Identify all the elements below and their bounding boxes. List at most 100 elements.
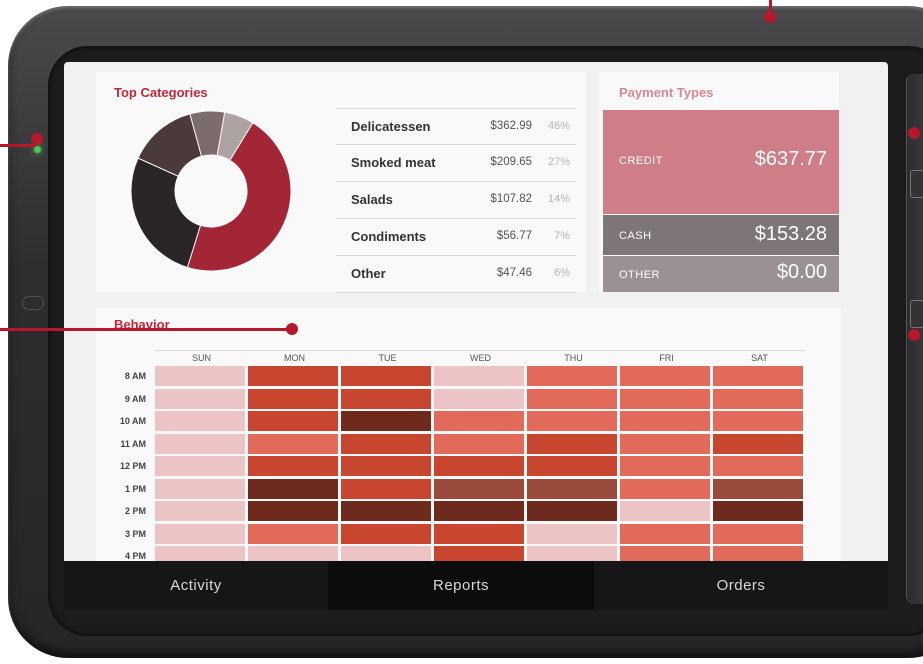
category-row[interactable]: Smoked meat $209.65 27% [336, 145, 576, 182]
heatmap-cell[interactable] [248, 411, 338, 431]
tab-reports[interactable]: Reports [328, 561, 594, 610]
day-header: MON [284, 353, 305, 363]
day-header: FRI [659, 353, 674, 363]
heatmap-cell[interactable] [248, 433, 338, 454]
category-name: Condiments [351, 229, 427, 244]
category-row[interactable]: Condiments $56.77 7% [336, 219, 576, 256]
heatmap-cell[interactable] [155, 388, 245, 409]
heatmap-cell[interactable] [620, 433, 710, 454]
heatmap-cell[interactable] [341, 456, 431, 476]
heatmap-cell[interactable] [620, 366, 710, 386]
heatmap-cell[interactable] [434, 388, 524, 409]
heatmap-cell[interactable] [341, 411, 431, 431]
heatmap-cell[interactable] [713, 501, 803, 521]
payment-value: $153.28 [754, 223, 827, 245]
heatmap-cell[interactable] [527, 411, 617, 431]
heatmap-cell[interactable] [155, 411, 245, 431]
top-categories-title: Top Categories [114, 85, 208, 100]
tablet-screen: Top Categories Delicatessen $362.99 46% Smo… [64, 62, 888, 610]
heatmap-cell[interactable] [155, 523, 245, 544]
heatmap-cell[interactable] [248, 366, 338, 386]
heatmap-cell[interactable] [713, 366, 803, 386]
categories-table: Delicatessen $362.99 46% Smoked meat $209.65… [336, 108, 576, 293]
payment-row-cash[interactable]: CASH $153.28 [603, 215, 839, 255]
payment-value: $0.00 [776, 261, 827, 283]
heatmap-cell[interactable] [620, 501, 710, 521]
callout-dot-behavior [286, 323, 298, 335]
heatmap-cell[interactable] [248, 456, 338, 476]
category-percent: 7% [554, 230, 570, 242]
heatmap-cell[interactable] [155, 478, 245, 499]
heatmap-cell[interactable] [341, 478, 431, 499]
heatmap-cell[interactable] [155, 433, 245, 454]
heatmap-cell[interactable] [341, 523, 431, 544]
heatmap-cell[interactable] [155, 501, 245, 521]
heatmap-cell[interactable] [434, 478, 524, 499]
category-row[interactable]: Delicatessen $362.99 46% [336, 108, 576, 145]
payment-label: OTHER [619, 269, 660, 281]
heatmap-cell[interactable] [248, 388, 338, 409]
heatmap-cell[interactable] [620, 478, 710, 499]
heatmap-cell[interactable] [713, 388, 803, 409]
callout-line-behavior [0, 328, 290, 331]
heatmap-cell[interactable] [527, 478, 617, 499]
heatmap-cell[interactable] [713, 523, 803, 544]
heatmap-cell[interactable] [341, 433, 431, 454]
category-percent: 46% [547, 120, 570, 132]
hour-label: 11 AM [120, 438, 146, 449]
heatmap-cell[interactable] [527, 456, 617, 476]
payment-label: CASH [619, 230, 652, 242]
payment-value: $637.77 [754, 148, 827, 170]
heatmap-cell[interactable] [434, 501, 524, 521]
heatmap-cell[interactable] [620, 456, 710, 476]
tab-activity[interactable]: Activity [64, 561, 328, 610]
heatmap-cell[interactable] [155, 366, 245, 386]
category-row[interactable]: Salads $107.82 14% [336, 182, 576, 219]
heatmap-cell[interactable] [527, 501, 617, 521]
heatmap-cell[interactable] [620, 411, 710, 431]
heatmap-cell[interactable] [434, 433, 524, 454]
category-amount: $56.77 [496, 230, 532, 242]
heatmap-cell[interactable] [248, 523, 338, 544]
day-header: SAT [751, 353, 768, 363]
heatmap-cell[interactable] [248, 478, 338, 499]
heatmap-cell[interactable] [341, 366, 431, 386]
callout-dot-side-top [908, 127, 920, 139]
heatmap-cell[interactable] [620, 388, 710, 409]
category-percent: 27% [547, 156, 570, 168]
heatmap-cell[interactable] [248, 501, 338, 521]
callout-line-led [0, 144, 36, 147]
heatmap-cell[interactable] [527, 523, 617, 544]
hour-label: 2 PM [124, 506, 146, 516]
heatmap-cell[interactable] [713, 411, 803, 431]
donut-slice[interactable] [130, 157, 202, 269]
category-row[interactable]: Other $47.46 6% [336, 256, 576, 293]
heatmap-cell[interactable] [527, 388, 617, 409]
payment-row-credit[interactable]: CREDIT $637.77 [603, 110, 839, 214]
heatmap-cell[interactable] [527, 433, 617, 454]
payment-row-other[interactable]: OTHER $0.00 [603, 256, 839, 292]
heatmap-cell[interactable] [434, 523, 524, 544]
heatmap-cell[interactable] [527, 366, 617, 386]
heatmap-cell[interactable] [620, 523, 710, 544]
heatmap-cell[interactable] [434, 411, 524, 431]
hour-label: 3 PM [124, 528, 146, 539]
category-amount: $107.82 [490, 193, 532, 205]
cloud-logo-icon [22, 296, 44, 310]
heatmap-cell[interactable] [341, 501, 431, 521]
power-led-indicator [34, 146, 41, 153]
hour-label: 12 PM [119, 461, 146, 471]
tab-orders[interactable]: Orders [594, 561, 888, 610]
heatmap-cell[interactable] [341, 388, 431, 409]
heatmap-cell[interactable] [434, 366, 524, 386]
heatmap-cell[interactable] [713, 478, 803, 499]
heatmap-cell[interactable] [434, 456, 524, 476]
heatmap-cell[interactable] [155, 456, 245, 476]
callout-dot-led [31, 133, 43, 145]
card-slot-icon [910, 300, 923, 328]
heatmap-cell[interactable] [713, 433, 803, 454]
callout-dot-side-bottom [908, 329, 920, 341]
hour-label: 1 PM [124, 483, 146, 494]
heatmap-cell[interactable] [713, 456, 803, 476]
callout-dot-top [764, 11, 776, 23]
